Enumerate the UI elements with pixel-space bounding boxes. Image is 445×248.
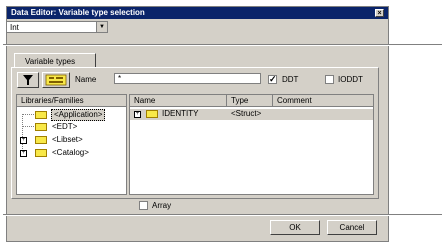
type-name-cell: IDENTITY — [162, 109, 199, 118]
toggle-filter-icon — [45, 74, 67, 86]
ok-button[interactable]: OK — [270, 220, 320, 235]
column-header-comment[interactable]: Comment — [273, 95, 373, 107]
tree-line — [22, 126, 34, 127]
separator — [3, 44, 442, 46]
tab-variable-types[interactable]: Variable types — [14, 53, 96, 68]
title-bar: Data Editor: Variable type selection × — [7, 7, 388, 19]
close-icon[interactable]: × — [375, 9, 384, 17]
type-combobox-value: Int — [10, 23, 19, 32]
folder-icon — [35, 123, 47, 131]
types-table[interactable]: Name Type Comment + IDENTITY <Struct> — [129, 94, 374, 195]
type-type-cell: <Struct> — [231, 109, 262, 118]
type-combobox[interactable]: Int ▼ — [6, 21, 108, 33]
chevron-down-icon[interactable]: ▼ — [96, 22, 107, 32]
ioddt-label: IODDT — [338, 75, 363, 84]
filter-button[interactable] — [17, 72, 39, 88]
folder-icon — [146, 110, 158, 118]
folder-icon — [35, 111, 47, 119]
folder-icon — [35, 136, 47, 144]
name-filter-input[interactable]: * — [114, 73, 261, 84]
tree-item-label: <EDT> — [52, 122, 78, 131]
table-row[interactable]: + IDENTITY <Struct> — [130, 109, 373, 120]
folder-icon — [35, 149, 47, 157]
name-label: Name — [75, 75, 97, 84]
ioddt-checkbox[interactable] — [325, 75, 334, 84]
tree-item-edt[interactable]: <EDT> — [35, 121, 125, 133]
tree-item-catalog[interactable]: + <Catalog> — [20, 147, 125, 159]
separator — [3, 214, 442, 216]
array-label: Array — [152, 201, 172, 210]
ddt-label: DDT — [282, 75, 299, 84]
tree-item-label: <Libset> — [52, 135, 83, 144]
tree-item-label: <Application> — [51, 109, 106, 121]
window-title: Data Editor: Variable type selection — [11, 8, 145, 17]
libraries-tree[interactable]: Libraries/Families <Application> <EDT> +… — [16, 94, 127, 195]
filter-icon — [23, 75, 33, 85]
ddt-checkbox[interactable]: ✓ — [268, 75, 277, 84]
tree-item-application[interactable]: <Application> — [35, 109, 125, 121]
tab-label: Variable types — [25, 57, 76, 66]
expand-icon[interactable]: + — [20, 150, 27, 157]
tree-item-libset[interactable]: + <Libset> — [20, 134, 125, 146]
tree-item-label: <Catalog> — [52, 148, 89, 157]
tree-line — [22, 114, 34, 115]
column-header-name[interactable]: Name — [130, 95, 227, 107]
expand-icon[interactable]: + — [134, 111, 141, 118]
libraries-header: Libraries/Families — [17, 95, 126, 107]
toggle-filter-button[interactable] — [42, 72, 70, 88]
expand-icon[interactable]: + — [20, 137, 27, 144]
array-checkbox[interactable] — [139, 201, 148, 210]
cancel-button[interactable]: Cancel — [327, 220, 377, 235]
column-header-type[interactable]: Type — [227, 95, 273, 107]
